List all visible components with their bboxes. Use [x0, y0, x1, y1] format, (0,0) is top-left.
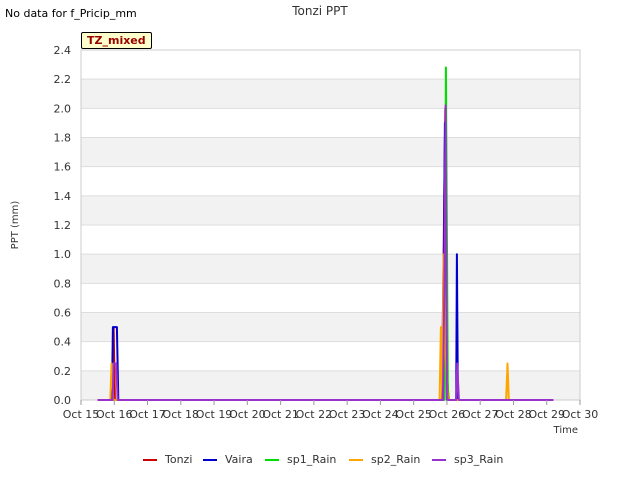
y-tick-label: 1.2: [54, 219, 72, 232]
background-band: [81, 79, 580, 109]
y-tick-label: 0.4: [54, 336, 72, 349]
legend-label: sp1_Rain: [287, 453, 337, 466]
background-band: [81, 195, 580, 225]
legend-label: sp2_Rain: [371, 453, 421, 466]
background-band: [81, 312, 580, 342]
legend-item-vaira: Vaira: [203, 453, 253, 466]
y-tick-labels: 0.0 0.2 0.4 0.6 0.8 1.0 1.2 1.4 1.6 1.8 2.0 2.2 2.4: [54, 44, 72, 407]
x-tick-label: Oct 30: [562, 408, 599, 421]
x-tick-label: Oct 17: [129, 408, 166, 421]
legend-item-sp1-rain: sp1_Rain: [265, 453, 336, 466]
y-tick-label: 0.6: [54, 307, 72, 320]
y-tick-label: 1.0: [54, 248, 72, 261]
series-line-sp1-rain: [97, 66, 554, 401]
y-tick-label: 1.4: [54, 190, 72, 203]
chart-title: Tonzi PPT: [291, 4, 348, 18]
chart: 0.00.20.40.60.81.01.21.41.61.82.02.22.4 …: [10, 4, 599, 436]
background-band: [81, 254, 580, 284]
y-axis-label: PPT (mm): [10, 201, 21, 250]
legend-swatch: [203, 459, 217, 461]
x-tick-label: Oct 20: [229, 408, 266, 421]
y-tick-label: 0.8: [54, 277, 72, 290]
y-tick-label: 1.6: [54, 161, 72, 174]
timezone-badge: TZ_mixed: [81, 32, 152, 49]
x-tick-label: Oct 19: [196, 408, 233, 421]
no-data-notice: No data for f_Pricip_mm: [5, 7, 137, 20]
background-band: [81, 370, 580, 400]
legend-swatch: [349, 459, 363, 461]
legend-label: Tonzi: [165, 453, 193, 466]
y-tick-label: 1.8: [54, 132, 72, 145]
x-tick-labels: Oct 15Oct 16Oct 17Oct 18Oct 19Oct 20Oct …: [63, 400, 599, 421]
x-tick-label: Oct 27: [462, 408, 499, 421]
legend-item-sp2-rain: sp2_Rain: [349, 453, 420, 466]
x-tick-label: Oct 15: [63, 408, 100, 421]
legend-item-tonzi: Tonzi: [143, 453, 192, 466]
legend-swatch: [432, 459, 446, 461]
legend-label: Vaira: [225, 453, 253, 466]
legend-item-sp3-rain: sp3_Rain: [432, 453, 503, 466]
legend: Tonzi Vaira sp1_Rain sp2_Rain sp3_Rain: [0, 453, 640, 469]
x-tick-label: Oct 21: [262, 408, 299, 421]
y-tick-label: 2.0: [54, 102, 72, 115]
x-tick-label: Oct 29: [528, 408, 565, 421]
x-tick-label: Oct 28: [495, 408, 532, 421]
background-bands: [81, 79, 580, 400]
background-band: [81, 137, 580, 167]
x-tick-label: Oct 16: [96, 408, 133, 421]
legend-swatch: [265, 459, 279, 461]
x-tick-label: Oct 26: [429, 408, 466, 421]
y-tick-label: 2.4: [54, 44, 72, 57]
x-tick-label: Oct 25: [395, 408, 432, 421]
series-layer: [97, 66, 554, 401]
x-tick-label: Oct 18: [163, 408, 200, 421]
x-axis-label: Time: [553, 425, 578, 436]
x-tick-label: Oct 24: [362, 408, 399, 421]
legend-label: sp3_Rain: [454, 453, 504, 466]
y-tick-label: 0.2: [54, 365, 72, 378]
x-tick-label: Oct 22: [296, 408, 333, 421]
legend-swatch: [143, 459, 157, 461]
y-tick-label: 0.0: [54, 394, 72, 407]
x-tick-label: Oct 23: [329, 408, 366, 421]
y-tick-label: 2.2: [54, 73, 72, 86]
